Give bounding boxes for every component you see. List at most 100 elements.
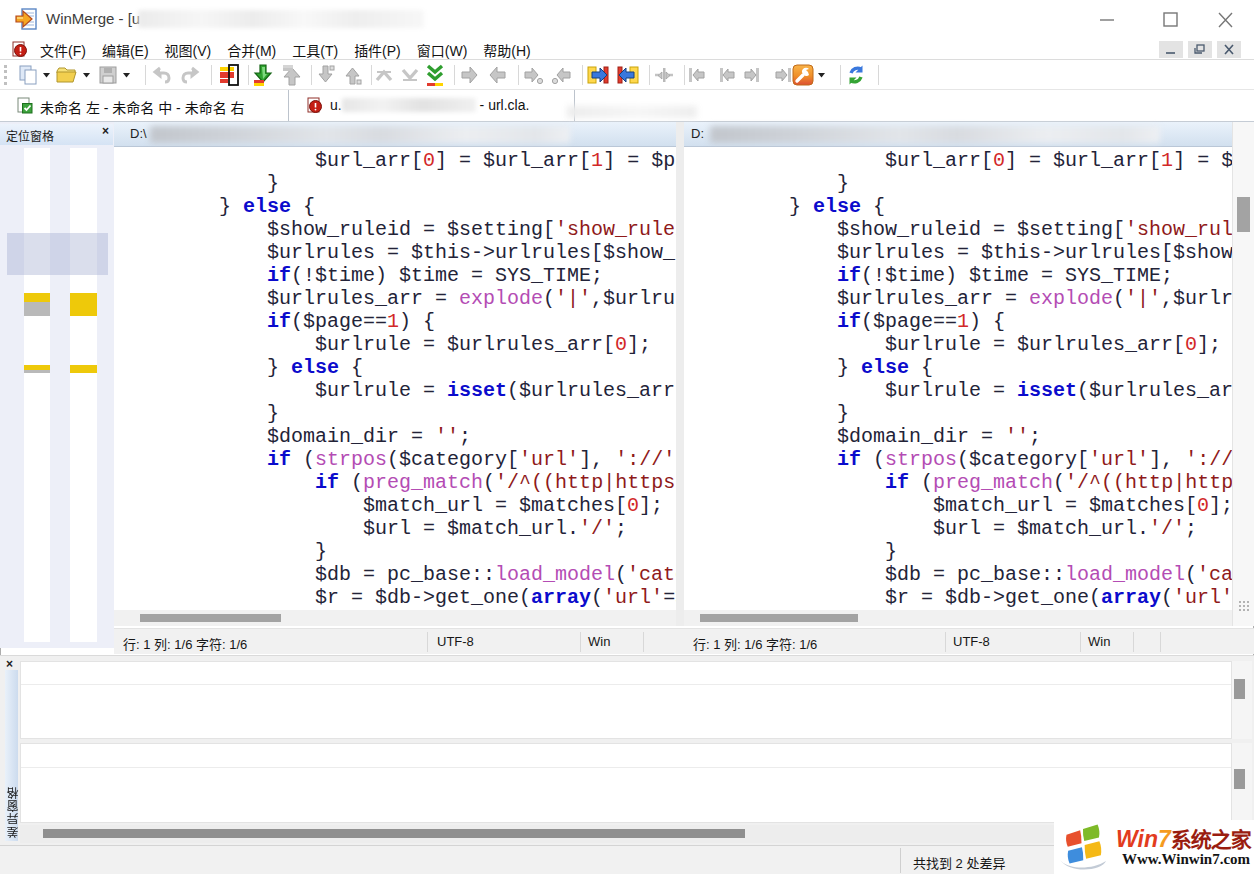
copy-left-and-advance-icon[interactable]	[551, 64, 573, 86]
copy-left-icon[interactable]	[487, 64, 509, 86]
l-to-m-advance-icon[interactable]	[686, 64, 708, 86]
copy-all-left-icon[interactable]	[617, 64, 639, 86]
diff-marker[interactable]	[24, 293, 50, 302]
r-to-m-advance-icon[interactable]	[772, 64, 794, 86]
options-icon[interactable]	[792, 64, 814, 86]
v-scrollbar-thumb[interactable]	[1237, 197, 1250, 232]
redacted-title-path	[138, 10, 424, 28]
diff-detail-bottom[interactable]	[20, 743, 1232, 823]
menu-6[interactable]: 窗口(W)	[409, 38, 476, 60]
diff-marker[interactable]	[24, 302, 50, 316]
code-line: $url_arr[0] = $url_arr[1] = $page_size;	[123, 149, 676, 172]
previous-conflict-icon[interactable]	[373, 64, 395, 86]
menu-4[interactable]: 工具(T)	[284, 38, 346, 60]
save-dropdown-icon[interactable]	[121, 64, 132, 86]
save-icon[interactable]	[97, 64, 119, 86]
diff-v-scrollbar-bottom[interactable]	[1232, 743, 1252, 823]
pane-divider[interactable]	[676, 122, 684, 626]
caret-position: 行: 1 列: 1/6 字符: 1/6	[693, 634, 817, 653]
menu-1[interactable]: 编辑(E)	[94, 38, 157, 60]
menu-3[interactable]: 合并(M)	[219, 38, 284, 60]
menu-0[interactable]: 文件(F)	[32, 38, 94, 60]
toolbar-grip[interactable]	[4, 65, 7, 85]
separator	[945, 632, 946, 652]
diff-v-scrollbar-thumb[interactable]	[1234, 769, 1245, 789]
menu-bar: 文件(F)编辑(E)视图(V)合并(M)工具(T)插件(P)窗口(W)帮助(H)	[0, 38, 1254, 60]
h-scrollbar-thumb[interactable]	[700, 614, 858, 622]
last-difference-icon[interactable]	[424, 64, 446, 86]
code-line: $urlrules = $this->urlrules[$show_ruleid…	[123, 241, 676, 264]
location-strip-left[interactable]	[24, 148, 50, 642]
tab-label: 未命名 左 - 未命名 中 - 未命名 右	[40, 97, 245, 117]
refresh-icon[interactable]	[845, 64, 867, 86]
location-strip-right[interactable]	[70, 148, 97, 642]
code-line: if (strpos($category['url'], '://') !== …	[693, 448, 1232, 471]
pane-header-right[interactable]: D:	[684, 122, 1232, 147]
menu-5[interactable]: 插件(P)	[346, 38, 409, 60]
open-icon[interactable]	[55, 64, 77, 86]
diff-v-scrollbar-thumb[interactable]	[1234, 679, 1245, 699]
v-scrollbar[interactable]	[1232, 122, 1254, 626]
separator	[643, 632, 644, 652]
location-view-rect[interactable]	[7, 233, 108, 275]
diff-marker[interactable]	[70, 365, 97, 373]
copy-right-and-advance-icon[interactable]	[522, 64, 544, 86]
document-compare-icon	[11, 41, 28, 58]
h-scrollbar-right[interactable]	[684, 610, 1232, 626]
h-scrollbar-left[interactable]	[114, 610, 676, 626]
next-3way-diff-icon[interactable]	[314, 64, 336, 86]
toolbar-separator	[684, 65, 685, 85]
separator	[427, 632, 428, 652]
diff-h-scrollbar[interactable]	[20, 825, 1232, 843]
redacted-path	[150, 126, 570, 143]
diff-h-scrollbar-thumb[interactable]	[43, 829, 745, 838]
location-pane-close-icon[interactable]: ×	[102, 124, 109, 138]
menu-2[interactable]: 视图(V)	[157, 38, 220, 60]
copy-all-right-icon[interactable]	[587, 64, 609, 86]
auto-merge-icon[interactable]	[653, 64, 675, 86]
new-file-icon[interactable]	[17, 64, 39, 86]
new-dropdown-icon[interactable]	[41, 64, 52, 86]
open-dropdown-icon[interactable]	[81, 64, 92, 86]
mdi-restore-button[interactable]	[1188, 41, 1212, 58]
code-line: if($page==1) {	[693, 310, 1232, 333]
m-to-r-advance-icon[interactable]	[743, 64, 765, 86]
code-editor-left[interactable]: $url_arr[0] = $url_arr[1] = $page_size; …	[114, 147, 676, 610]
menu-7[interactable]: 帮助(H)	[475, 38, 538, 60]
redo-icon[interactable]	[179, 64, 201, 86]
previous-difference-icon[interactable]	[281, 64, 303, 86]
diff-v-scrollbar-top[interactable]	[1232, 661, 1252, 739]
separator	[580, 632, 581, 652]
current-difference-icon[interactable]	[218, 64, 240, 86]
next-conflict-icon[interactable]	[399, 64, 421, 86]
code-line: }	[693, 540, 1232, 563]
m-to-l-advance-icon[interactable]	[714, 64, 736, 86]
tab-url-class-compare[interactable]: u. - url.cla.	[290, 90, 575, 121]
copy-right-icon[interactable]	[458, 64, 480, 86]
diff-detail-top[interactable]	[20, 661, 1232, 739]
pane-header-left[interactable]: D:\	[114, 122, 676, 147]
close-button[interactable]	[1208, 10, 1242, 30]
maximize-button[interactable]	[1153, 10, 1187, 30]
h-scrollbar-thumb[interactable]	[140, 614, 281, 622]
minimize-button[interactable]	[1090, 10, 1124, 30]
diff-marker[interactable]	[24, 370, 50, 373]
diff-marker[interactable]	[70, 293, 97, 316]
watermark-url: Www.Winwin7.com	[1122, 851, 1250, 868]
code-line: } else {	[123, 356, 676, 379]
toolbar-separator	[211, 65, 212, 85]
code-line: $url_arr[0] = $url_arr[1] = $page_size;	[693, 149, 1232, 172]
tab-untitled-compare[interactable]: 未命名 左 - 未命名 中 - 未命名 右	[0, 90, 289, 121]
diff-pane-close-icon[interactable]: ×	[6, 657, 13, 671]
next-difference-icon[interactable]	[252, 64, 274, 86]
undo-icon[interactable]	[151, 64, 173, 86]
code-editor-right[interactable]: $url_arr[0] = $url_arr[1] = $page_size; …	[684, 147, 1232, 610]
mdi-minimize-button[interactable]	[1159, 41, 1183, 58]
code-line: }	[693, 402, 1232, 425]
file-pane-right: D: $url_arr[0] = $url_arr[1] = $page_siz…	[684, 122, 1232, 626]
status-bar-right: 行: 1 列: 1/6 字符: 1/6UTF-8Win	[684, 628, 1254, 654]
previous-3way-diff-icon[interactable]	[341, 64, 363, 86]
options-dropdown-icon[interactable]	[816, 64, 827, 86]
code-line: if(!$time) $time = SYS_TIME;	[123, 264, 676, 287]
mdi-close-button[interactable]	[1217, 41, 1241, 58]
